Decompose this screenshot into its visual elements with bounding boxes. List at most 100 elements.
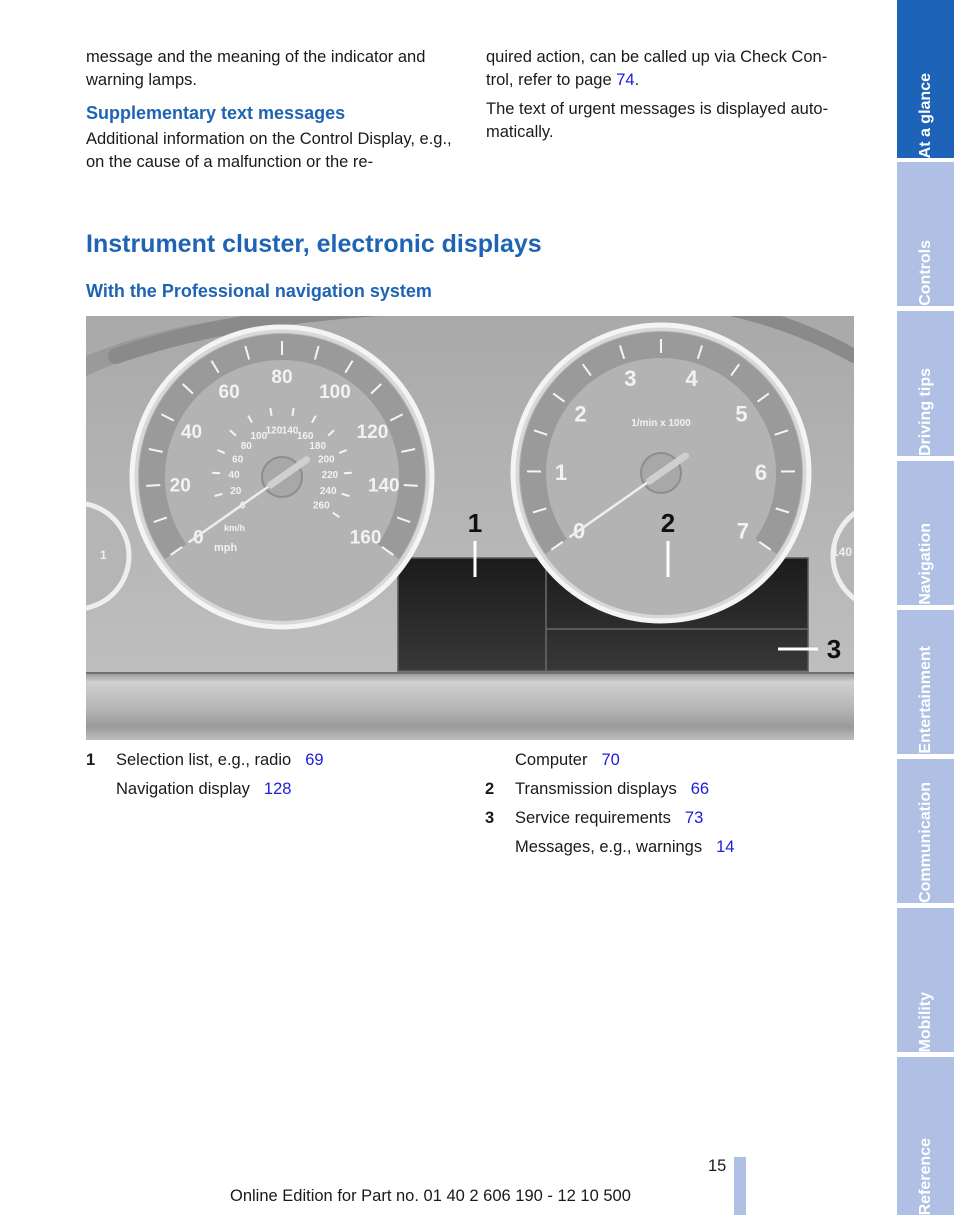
gauge-tick-label: 120 — [357, 422, 389, 443]
gauge-tick-label: 60 — [219, 382, 240, 403]
tab-label: Reference — [916, 1137, 934, 1215]
tab-label: Controls — [916, 240, 934, 306]
gauge-inner-label: 220 — [322, 470, 339, 481]
speedometer: 0204060801001201401600204060801001201401… — [129, 324, 435, 630]
left-gauge-label: 1 — [100, 548, 107, 562]
tab-driving-tips[interactable]: Driving tips — [897, 311, 954, 456]
tab-label: At a glance — [916, 72, 934, 158]
legend-page-link[interactable]: 70 — [601, 746, 619, 775]
tachometer: 012345671/min x 1000 — [510, 322, 812, 624]
supplementary-paragraph: Additional information on the Control Di… — [86, 130, 452, 171]
legend-page-link[interactable]: 66 — [691, 775, 709, 804]
intro-paragraph: message and the meaning of the indicator… — [86, 48, 426, 89]
legend-number — [86, 775, 116, 804]
tab-mobility[interactable]: Mobility — [897, 908, 954, 1052]
gauge-tick-label: 2 — [574, 402, 586, 427]
legend-number: 3 — [485, 809, 495, 827]
legend-text: Messages, e.g., warnings — [515, 838, 703, 856]
legend-page-link[interactable]: 73 — [685, 804, 703, 833]
section-subtitle: With the Professional navigation system — [86, 281, 432, 301]
instrument-cluster-figure: 1 140 0204060801001201401600204060801001… — [86, 316, 854, 740]
legend-left: 1 Selection list, e.g., radio 69 Navigat… — [86, 746, 324, 804]
tab-label: Entertainment — [916, 646, 934, 754]
tab-communication[interactable]: Communication — [897, 759, 954, 903]
gauge-tick-label: 7 — [737, 518, 749, 543]
legend-item: 2 Transmission displays 66 — [485, 775, 734, 804]
legend-number: 2 — [485, 780, 495, 798]
check-control-paragraph: quired action, can be called up via Chec… — [486, 46, 858, 92]
speed-unit-kmh: km/h — [224, 523, 245, 533]
gauge-inner-label: 240 — [320, 486, 337, 497]
legend-right: Computer 70 2 Transmission displays 66 3… — [485, 746, 734, 862]
gauge-tick-label: 5 — [735, 402, 747, 427]
urgent-messages-paragraph: The text of urgent messages is displayed… — [486, 100, 829, 141]
gauge-inner-label: 260 — [313, 501, 330, 512]
callout-1: 1 — [468, 508, 482, 538]
legend-item: Navigation display 128 — [86, 775, 324, 804]
legend-item: Messages, e.g., warnings 14 — [485, 833, 734, 862]
legend-item: Computer 70 — [485, 746, 734, 775]
gauge-inner-label: 80 — [241, 441, 253, 452]
legend-page-link[interactable]: 128 — [264, 775, 292, 804]
legend-number: 1 — [86, 751, 96, 769]
gauge-inner-label: 60 — [232, 454, 244, 465]
tab-at-a-glance[interactable]: At a glance — [897, 0, 954, 158]
gauge-inner-label: 120 — [266, 426, 283, 437]
gauge-inner-tick — [291, 407, 295, 417]
legend-item: 1 Selection list, e.g., radio 69 — [86, 746, 324, 775]
gauge-inner-label: 200 — [318, 454, 335, 465]
subheading-supplementary: Supplementary text messages — [86, 103, 346, 123]
gauge-inner-tick — [269, 407, 273, 417]
check-control-text: quired action, can be called up via Chec… — [486, 48, 828, 89]
page-link-74[interactable]: 74 — [616, 71, 634, 89]
section-title: Instrument cluster, electronic displays — [86, 230, 542, 258]
gauge-inner-label: 180 — [309, 441, 326, 452]
tacho-unit: 1/min x 1000 — [631, 418, 691, 429]
tab-entertainment[interactable]: Entertainment — [897, 610, 954, 754]
right-column: quired action, can be called up via Chec… — [486, 46, 858, 144]
tab-navigation[interactable]: Navigation — [897, 461, 954, 605]
left-column: message and the meaning of the indicator… — [86, 46, 456, 174]
legend-text: Navigation display — [116, 780, 250, 798]
gauge-inner-label: 20 — [230, 486, 242, 497]
period: . — [634, 71, 640, 89]
instrument-cluster-illustration: 1 140 0204060801001201401600204060801001… — [86, 316, 854, 740]
right-gauge-label: 140 — [832, 545, 852, 559]
legend-item: 3 Service requirements 73 — [485, 804, 734, 833]
legend-text: Service requirements — [515, 809, 671, 827]
chapter-tabs: At a glance Controls Driving tips Naviga… — [897, 0, 954, 1215]
gauge-tick-label: 1 — [555, 460, 567, 485]
legend-text: Selection list, e.g., radio — [116, 751, 292, 769]
tab-controls[interactable]: Controls — [897, 162, 954, 306]
gauge-tick-label: 100 — [319, 382, 351, 403]
tab-reference[interactable]: Reference — [897, 1057, 954, 1215]
legend-page-link[interactable]: 69 — [305, 746, 323, 775]
tab-label: Driving tips — [916, 367, 934, 456]
gauge-tick — [403, 483, 418, 487]
gauge-tick-label: 3 — [624, 366, 636, 391]
gauge-tick-label: 140 — [368, 476, 400, 497]
gauge-tick-label: 6 — [755, 460, 767, 485]
gauge-tick-label: 160 — [350, 528, 382, 549]
gauge-tick-label: 4 — [686, 366, 699, 391]
legend-number — [485, 746, 515, 775]
footer-edition: Online Edition for Part no. 01 40 2 606 … — [230, 1187, 631, 1205]
legend-page-link[interactable]: 14 — [716, 833, 734, 862]
legend-text: Computer — [515, 751, 588, 769]
tab-label: Communication — [916, 782, 934, 903]
page-number-bar — [734, 1157, 746, 1215]
page-number: 15 — [708, 1157, 727, 1175]
gauge-tick — [146, 483, 161, 487]
callout-3: 3 — [827, 634, 841, 664]
gauge-inner-label: 40 — [229, 470, 241, 481]
gauge-tick-label: 20 — [170, 476, 191, 497]
legend-number — [485, 833, 515, 862]
legend-text: Transmission displays — [515, 780, 677, 798]
tab-label: Mobility — [916, 991, 934, 1052]
gauge-tick-label: 40 — [181, 422, 202, 443]
gauge-tick-label: 80 — [271, 367, 292, 388]
tab-label: Navigation — [916, 523, 934, 605]
dashboard-rail — [86, 672, 854, 740]
speed-unit-mph: mph — [214, 542, 238, 554]
callout-2: 2 — [661, 508, 675, 538]
